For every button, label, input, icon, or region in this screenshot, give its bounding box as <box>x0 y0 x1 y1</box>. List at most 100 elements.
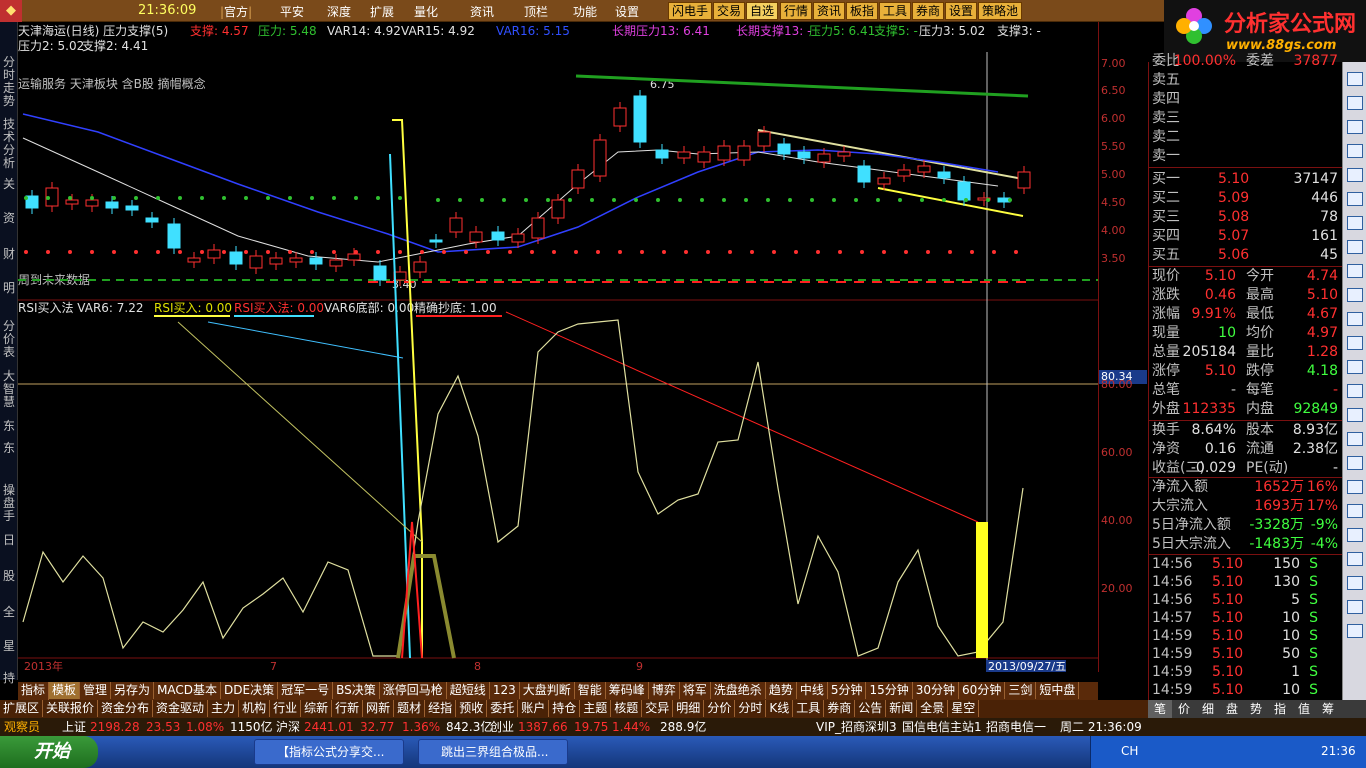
extension-tab[interactable]: 资金驱动 <box>153 700 209 717</box>
menu-guanfang[interactable]: |官方| <box>220 3 252 20</box>
tool-icon[interactable] <box>1347 144 1363 158</box>
extension-tab[interactable]: 交异 <box>642 700 674 717</box>
left-tab-4[interactable]: 财 <box>2 248 16 261</box>
tool-icon[interactable] <box>1347 192 1363 206</box>
tool-icon[interactable] <box>1347 480 1363 494</box>
board-index-button[interactable]: 板指 <box>846 2 879 20</box>
left-tab-11[interactable]: 日 <box>2 534 16 547</box>
tool-icon[interactable] <box>1347 432 1363 446</box>
extension-tab[interactable]: 综新 <box>301 700 333 717</box>
tool-icon[interactable] <box>1347 360 1363 374</box>
quote-tab[interactable]: 细 <box>1196 700 1220 718</box>
menu-kuozhan[interactable]: 扩展 <box>370 3 394 20</box>
indicator-tab[interactable]: 涨停回马枪 <box>380 682 447 699</box>
tool-icon[interactable] <box>1347 264 1363 278</box>
indicator-tab[interactable]: 123 <box>490 682 520 699</box>
kline-chart-area[interactable]: 天津海运(日线) 压力支撑(5) 支撑: 4.57 压力: 5.48 VAR14: 4… <box>18 22 1132 673</box>
extension-tab[interactable]: 扩展区 <box>0 700 44 717</box>
menu-dinglan[interactable]: 顶栏 <box>524 3 548 20</box>
tool-icon[interactable] <box>1347 168 1363 182</box>
quote-tab[interactable]: 值 <box>1292 700 1316 718</box>
extension-tab[interactable]: 账户 <box>518 700 550 717</box>
extension-tab[interactable]: 新闻 <box>886 700 918 717</box>
indicator-tab[interactable]: 管理 <box>80 682 112 699</box>
extension-tab[interactable]: 经指 <box>425 700 457 717</box>
indicator-tab[interactable]: 模板 <box>49 682 81 699</box>
extension-tab[interactable]: 星空 <box>948 700 980 717</box>
extension-tab[interactable]: 行业 <box>270 700 302 717</box>
extension-tab[interactable]: 行新 <box>332 700 364 717</box>
menu-shendu[interactable]: 深度 <box>327 3 351 20</box>
extension-tab[interactable]: K线 <box>766 700 794 717</box>
left-tab-14[interactable]: 星 <box>2 640 16 653</box>
menu-zixun[interactable]: 资讯 <box>470 3 494 20</box>
extension-tab[interactable]: 主题 <box>580 700 612 717</box>
tool-icon[interactable] <box>1347 96 1363 110</box>
indicator-tab[interactable]: 中线 <box>797 682 828 699</box>
quote-tab[interactable]: 指 <box>1268 700 1292 718</box>
quotes-button[interactable]: 行情 <box>780 2 813 20</box>
extension-tab[interactable]: 预收 <box>456 700 488 717</box>
trade-button[interactable]: 交易 <box>713 2 746 20</box>
indicator-tab[interactable]: 15分钟 <box>866 682 913 699</box>
tool-icon[interactable] <box>1347 384 1363 398</box>
indicator-tab[interactable]: 超短线 <box>447 682 490 699</box>
quote-tab[interactable]: 势 <box>1244 700 1268 718</box>
tool-icon[interactable] <box>1347 312 1363 326</box>
left-tab-0[interactable]: 分时走势 <box>2 56 16 108</box>
left-tab-8[interactable]: 东 <box>2 420 16 433</box>
tool-icon[interactable] <box>1347 528 1363 542</box>
menu-shezhi[interactable]: 设置 <box>615 3 639 20</box>
left-tab-5[interactable]: 明 <box>2 282 16 295</box>
quote-tab[interactable]: 价 <box>1172 700 1196 718</box>
tool-icon[interactable] <box>1347 216 1363 230</box>
task-browser-2[interactable]: 跳出三界组合极品... <box>418 739 568 765</box>
language-indicator[interactable]: CH <box>1121 744 1138 758</box>
broker-button[interactable]: 券商 <box>912 2 945 20</box>
extension-tab[interactable]: 主力 <box>208 700 240 717</box>
tool-icon[interactable] <box>1347 336 1363 350</box>
quote-tab[interactable]: 筹 <box>1316 700 1340 718</box>
start-button[interactable]: 开始 <box>0 736 98 768</box>
extension-tab[interactable]: 券商 <box>824 700 856 717</box>
extension-tab[interactable]: 工具 <box>793 700 825 717</box>
extension-tab[interactable]: 委托 <box>487 700 519 717</box>
quote-tab[interactable]: 笔 <box>1148 700 1172 718</box>
tool-icon[interactable] <box>1347 240 1363 254</box>
tool-icon[interactable] <box>1347 408 1363 422</box>
tool-icon[interactable] <box>1347 504 1363 518</box>
menu-pingan[interactable]: 平安 <box>280 3 304 20</box>
extension-tab[interactable]: 持仓 <box>549 700 581 717</box>
info-button[interactable]: 资讯 <box>813 2 846 20</box>
left-tab-12[interactable]: 股 <box>2 570 16 583</box>
tool-icon[interactable] <box>1347 456 1363 470</box>
task-browser-1[interactable]: 【指标公式分享交... <box>254 739 404 765</box>
extension-tab[interactable]: 资金分布 <box>98 700 154 717</box>
indicator-tab[interactable]: 洗盘绝杀 <box>711 682 766 699</box>
tool-icon[interactable] <box>1347 288 1363 302</box>
indicator-tab[interactable]: 短中盘 <box>1036 682 1080 699</box>
lightning-trade-button[interactable]: 闪电手 <box>668 2 713 20</box>
settings-button[interactable]: 设置 <box>945 2 978 20</box>
extension-tab[interactable]: 全景 <box>917 700 949 717</box>
strategy-pool-button[interactable]: 策略池 <box>978 2 1023 20</box>
extension-tab[interactable]: 题材 <box>394 700 426 717</box>
indicator-tab[interactable]: 将军 <box>680 682 711 699</box>
quote-tab[interactable]: 盘 <box>1220 700 1244 718</box>
extension-tab[interactable]: 分时 <box>735 700 767 717</box>
menu-gongneng[interactable]: 功能 <box>573 3 597 20</box>
tool-icon[interactable] <box>1347 120 1363 134</box>
left-tab-1[interactable]: 技术分析 <box>2 118 16 170</box>
extension-tab[interactable]: 机构 <box>239 700 271 717</box>
left-tab-2[interactable]: 关 <box>2 178 16 191</box>
watchlist-button[interactable]: 自选 <box>746 2 779 20</box>
extension-tab[interactable]: 网新 <box>363 700 395 717</box>
indicator-tab[interactable]: 筹码峰 <box>606 682 649 699</box>
tool-icon[interactable] <box>1347 72 1363 86</box>
indicator-tab[interactable]: 博弈 <box>649 682 680 699</box>
extension-tab[interactable]: 核题 <box>611 700 643 717</box>
indicator-tab[interactable]: BS决策 <box>333 682 380 699</box>
left-tab-15[interactable]: 持 <box>2 672 16 685</box>
indicator-tab[interactable]: 另存为 <box>111 682 155 699</box>
indicator-tab[interactable]: 指标 <box>18 682 50 699</box>
